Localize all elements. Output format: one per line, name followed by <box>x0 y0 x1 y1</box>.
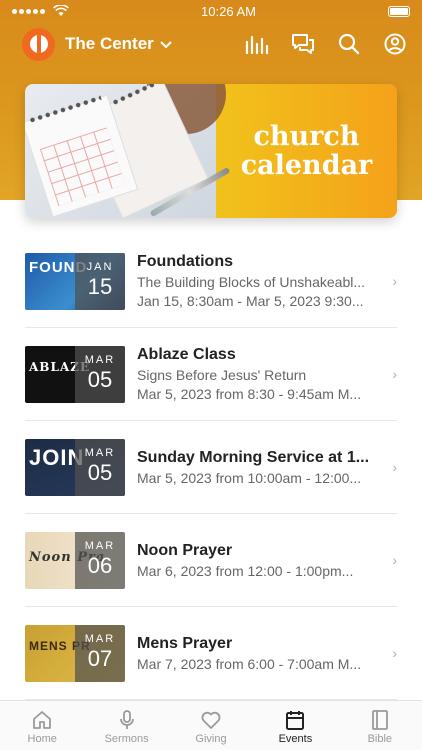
chevron-down-icon[interactable] <box>160 36 172 52</box>
date-badge: MAR 05 <box>75 438 125 496</box>
church-logo[interactable] <box>22 27 55 61</box>
event-thumbnail: FOUND JAN 15 <box>25 252 125 310</box>
date-badge: MAR 05 <box>75 345 125 403</box>
event-title: Sunday Morning Service at 1... <box>137 448 370 466</box>
signal-icon <box>12 8 45 14</box>
calendar-photo <box>25 84 231 218</box>
banner-line-1: church <box>253 121 360 152</box>
event-date: Mar 7, 2023 from 6:00 - 7:00am M... <box>137 655 362 672</box>
event-title: Ablaze Class <box>137 346 236 363</box>
badge-month: MAR <box>84 539 116 552</box>
event-date: Mar 5, 2023 from 8:30 - 9:45am M... <box>137 386 362 402</box>
event-thumbnail: Noon Pra MAR 06 <box>25 531 125 589</box>
list-item[interactable]: Noon Pra MAR 06 Noon Prayer Mar 6, 2023 … <box>25 514 397 607</box>
search-icon[interactable] <box>336 31 362 57</box>
list-item[interactable]: JOIN MAR 05 Sunday Morning Service at 1.… <box>25 421 397 514</box>
chevron-right-icon: › <box>392 273 397 289</box>
microphone-icon <box>116 707 138 733</box>
badge-day: 05 <box>87 459 113 485</box>
date-badge: JAN 15 <box>75 252 125 310</box>
chat-icon[interactable] <box>290 31 316 57</box>
banner-title: church calendar <box>216 84 397 218</box>
tab-sermons[interactable]: Sermons <box>84 701 168 750</box>
badge-month: MAR <box>84 632 116 645</box>
wifi-icon <box>53 5 69 16</box>
chevron-right-icon: › <box>392 645 397 661</box>
calendar-icon <box>284 707 306 733</box>
event-thumbnail: JOIN MAR 05 <box>25 438 125 496</box>
badge-month: JAN <box>86 260 114 273</box>
badge-day: 15 <box>87 273 113 299</box>
tab-label: Sermons <box>104 732 149 745</box>
top-nav: The Center <box>0 22 422 66</box>
chevron-right-icon: › <box>392 459 397 475</box>
app-title[interactable]: The Center <box>65 34 154 54</box>
tab-label: Home <box>27 732 57 745</box>
tab-bar: Home Sermons Giving Events Bible <box>0 700 422 750</box>
event-thumbnail: MENS PR MAR 07 <box>25 624 125 682</box>
badge-month: MAR <box>84 353 116 366</box>
event-title: Foundations <box>137 253 233 270</box>
list-item[interactable]: FOUND JAN 15 Foundations The Building Bl… <box>25 235 397 328</box>
tab-events[interactable]: Events <box>253 701 337 750</box>
list-item[interactable]: MENS PR MAR 07 Mens Prayer Mar 7, 2023 f… <box>25 607 397 700</box>
badge-month: MAR <box>84 446 116 459</box>
event-date: Mar 5, 2023 from 10:00am - 12:00... <box>137 469 362 486</box>
tab-home[interactable]: Home <box>0 701 84 750</box>
date-badge: MAR 07 <box>75 624 125 682</box>
event-thumbnail: ABLAZE MAR 05 <box>25 345 125 403</box>
badge-day: 07 <box>87 645 113 671</box>
book-icon <box>369 707 391 733</box>
badge-day: 05 <box>87 366 113 392</box>
event-date: Jan 15, 8:30am - Mar 5, 2023 9:30... <box>137 293 364 309</box>
event-subtitle: Signs Before Jesus' Return <box>137 367 307 383</box>
badge-day: 06 <box>87 552 113 578</box>
tab-label: Events <box>278 732 313 745</box>
status-bar: 10:26 AM <box>0 0 422 22</box>
home-icon <box>31 707 53 733</box>
tab-label: Bible <box>367 732 393 745</box>
status-time: 10:26 AM <box>201 3 256 19</box>
audio-bars-icon[interactable] <box>244 31 270 57</box>
event-title: Noon Prayer <box>137 541 233 559</box>
church-calendar-banner[interactable]: church calendar <box>25 84 397 218</box>
chevron-right-icon: › <box>392 552 397 568</box>
event-subtitle: The Building Blocks of Unshakeabl... <box>137 274 366 290</box>
date-badge: MAR 06 <box>75 531 125 589</box>
battery-icon <box>388 5 410 17</box>
tab-label: Giving <box>195 732 227 745</box>
profile-icon[interactable] <box>382 31 408 57</box>
tab-bible[interactable]: Bible <box>338 701 422 750</box>
list-item[interactable]: ABLAZE MAR 05 Ablaze Class Signs Before … <box>25 328 397 421</box>
tab-giving[interactable]: Giving <box>169 701 253 750</box>
event-date: Mar 6, 2023 from 12:00 - 1:00pm... <box>137 562 354 579</box>
banner-line-2: calendar <box>240 150 373 181</box>
heart-icon <box>200 707 222 733</box>
event-title: Mens Prayer <box>137 634 233 652</box>
chevron-right-icon: › <box>392 366 397 382</box>
